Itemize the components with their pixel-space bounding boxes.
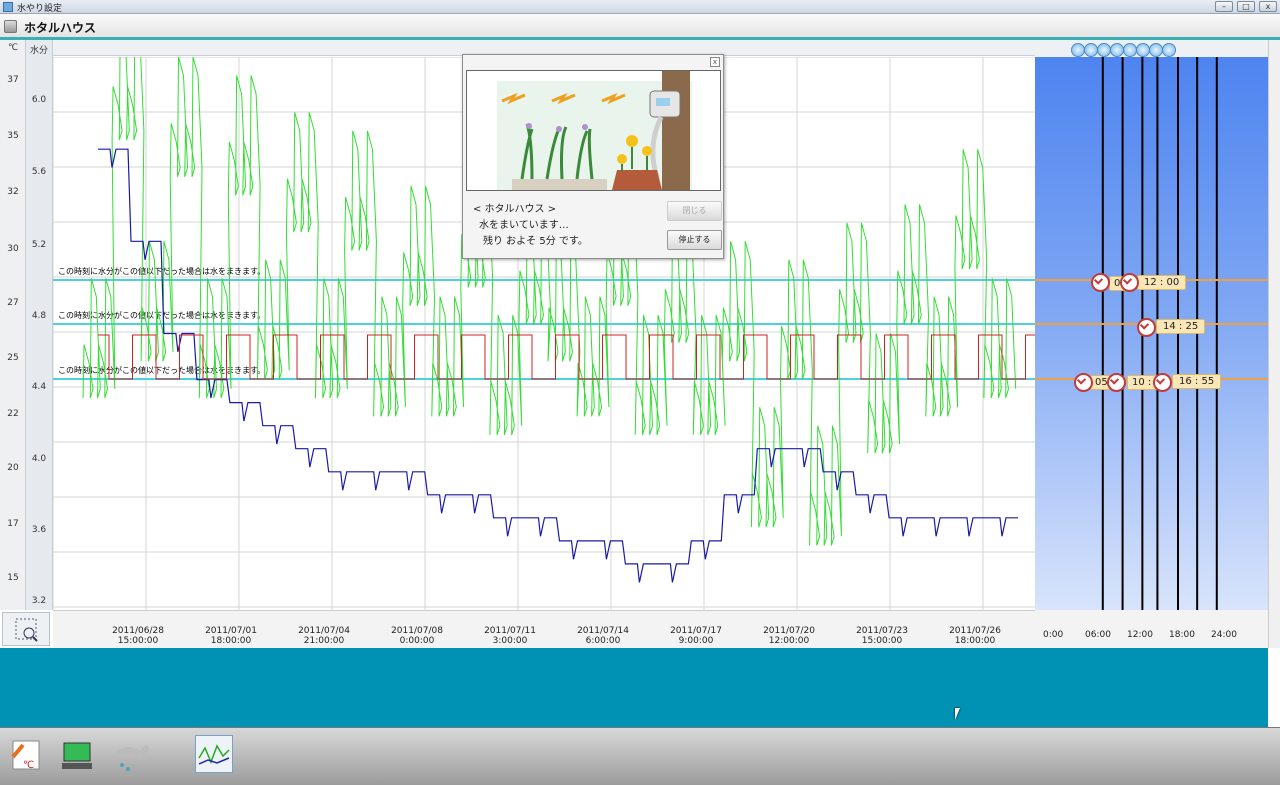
temp-tick-label: 32 [7, 187, 19, 197]
x-tick-label: 2011/07/08 0:00:00 [391, 626, 443, 646]
zoom-button[interactable] [2, 612, 50, 646]
moist-tick-label: 5.6 [31, 167, 47, 177]
schedule-marker-icon [1071, 43, 1085, 57]
clock-icon[interactable] [1074, 373, 1093, 392]
x-tick-label: 2011/07/04 21:00:00 [298, 626, 350, 646]
house-icon [4, 20, 17, 33]
dialog-remaining: 残り およそ 5分 です。 [483, 236, 588, 247]
temperature-axis: ℃ 37 35 32 30 27 25 22 20 17 15 [0, 40, 26, 610]
dialog-close-icon[interactable]: x [710, 57, 720, 67]
maximize-button[interactable]: □ [1237, 1, 1255, 12]
threshold-label: この時刻に水分がこの値以下だった場合は水をまきます。 [58, 310, 265, 320]
x-tick-label: 2011/07/20 12:00:00 [763, 626, 815, 646]
clock-icon[interactable] [1137, 318, 1156, 337]
moisture-axis: 水分 6.0 5.6 5.2 4.8 4.4 4.0 3.6 3.2 [26, 40, 53, 610]
moist-tick-label: 3.6 [31, 525, 47, 535]
status-area [0, 648, 1268, 727]
temp-tick-label: 25 [7, 353, 19, 363]
clock-icon[interactable] [1120, 273, 1139, 292]
graph-view-icon[interactable] [195, 735, 233, 773]
schedule-marker-icon [1162, 43, 1176, 57]
time-label: 16 : 55 [1172, 374, 1222, 389]
clock-icon[interactable] [1091, 273, 1110, 292]
dialog-house-line: < ホタルハウス > [473, 204, 557, 215]
temp-tick-label: 20 [7, 463, 19, 473]
schedule-marker-icon [1110, 43, 1124, 57]
x-tick-label: 2011/07/01 18:00:00 [205, 626, 257, 646]
app-icon [3, 2, 13, 12]
temp-axis-header: ℃ [7, 43, 19, 53]
moist-axis-header: 水分 [29, 46, 48, 56]
schedule-marker-icon [1149, 43, 1163, 57]
launcher-bar: ℃ [0, 727, 1280, 785]
temp-tick-label: 35 [7, 131, 19, 141]
time-label: 12 : 00 [1137, 275, 1187, 290]
mouse-cursor [955, 708, 965, 720]
x-tick-label: 2011/07/17 9:00:00 [670, 626, 722, 646]
dialog-close-button[interactable]: 閉じる [667, 201, 722, 221]
vertical-scrollbar[interactable] [1268, 40, 1280, 648]
temp-tick-label: 37 [7, 75, 19, 85]
time-label: 14 : 25 [1156, 319, 1206, 334]
moist-tick-label: 4.4 [31, 382, 47, 392]
watering-dialog: x < ホタルハウス > 水をまいています… 残り およそ 5分 です。 閉じる… [462, 54, 724, 259]
temp-tick-label: 22 [7, 409, 19, 419]
moist-tick-label: 5.2 [31, 240, 47, 250]
hour-label: 12:00 [1127, 630, 1153, 640]
temp-tick-label: 17 [7, 519, 19, 529]
temp-tick-label: 15 [7, 573, 19, 583]
temp-tick-label: 27 [7, 298, 19, 308]
dialog-stop-button[interactable]: 停止する [667, 230, 722, 250]
schedule-marker-icon [1123, 43, 1137, 57]
x-tick-label: 2011/07/26 18:00:00 [949, 626, 1001, 646]
schedule-marker-icon [1136, 43, 1150, 57]
clock-icon[interactable] [1153, 373, 1172, 392]
moist-tick-label: 3.2 [31, 596, 47, 606]
dialog-message: 水をまいています… [479, 220, 569, 231]
hour-label: 06:00 [1085, 630, 1111, 640]
schedule-marker-icon [1084, 43, 1098, 57]
x-tick-label: 2011/07/23 15:00:00 [856, 626, 908, 646]
x-axis: 2011/06/28 15:00:00 2011/07/01 18:00:00 2011… [53, 610, 1035, 648]
hour-label: 24:00 [1211, 630, 1237, 640]
hour-axis: 0:00 06:00 12:00 18:00 24:00 [1035, 610, 1268, 648]
title-bar: 水やり設定 – □ x [0, 0, 1280, 14]
temp-tick-label: 30 [7, 244, 19, 254]
schedule-marker-icon [1097, 43, 1111, 57]
zoom-icon [15, 618, 38, 642]
window-title: 水やり設定 [17, 4, 63, 14]
clock-icon[interactable] [1107, 373, 1126, 392]
house-title: ホタルハウス [24, 21, 97, 35]
temperature-settings-icon[interactable]: ℃ [7, 735, 45, 773]
x-tick-label: 2011/06/28 15:00:00 [112, 626, 164, 646]
x-tick-label: 2011/07/14 6:00:00 [577, 626, 629, 646]
hour-label: 0:00 [1043, 630, 1064, 640]
house-header: ホタルハウス [0, 14, 1280, 40]
x-tick-label: 2011/07/11 3:00:00 [484, 626, 536, 646]
watering-illustration [466, 70, 721, 191]
close-button[interactable]: x [1259, 1, 1277, 12]
moist-tick-label: 4.8 [31, 311, 47, 321]
minimize-button[interactable]: – [1215, 1, 1233, 12]
computer-icon[interactable] [58, 735, 96, 773]
watering-can-icon[interactable] [112, 735, 151, 773]
hour-label: 18:00 [1169, 630, 1195, 640]
moist-tick-label: 4.0 [31, 454, 47, 464]
moist-tick-label: 6.0 [31, 95, 47, 105]
svg-text:℃: ℃ [23, 760, 34, 771]
